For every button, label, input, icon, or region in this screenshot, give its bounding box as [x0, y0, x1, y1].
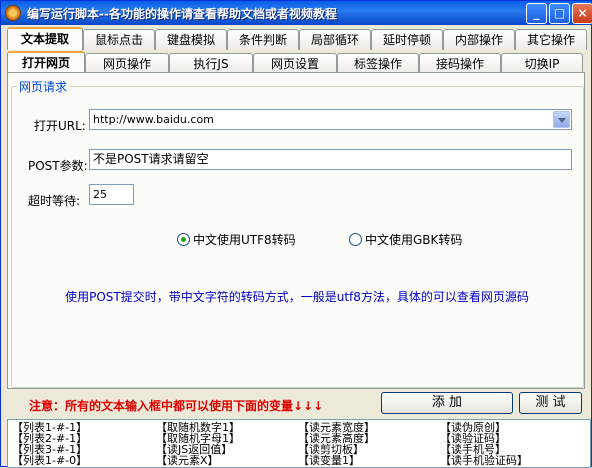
maximize-button[interactable]: □: [549, 3, 570, 24]
tab-other[interactable]: 其它操作: [515, 29, 587, 50]
test-button[interactable]: 测 试: [519, 392, 582, 414]
variable-item[interactable]: 【读手机验证码】: [440, 455, 528, 466]
radio-gbk-circle[interactable]: [349, 233, 362, 246]
post-params-input[interactable]: 不是POST请求请留空: [89, 149, 572, 170]
encoding-hint: 使用POST提交时，带中文字符的转码方式，一般是utf8方法，具体的可以查看网页…: [65, 290, 529, 304]
tab-webpage-ops[interactable]: 网页操作: [85, 53, 169, 74]
tab-condition[interactable]: 条件判断: [227, 29, 299, 50]
variables-column-3: 【读元素宽度】 【读元素高度】 【读剪切板】 【读变量1】: [298, 422, 375, 466]
radio-gbk-label: 中文使用GBK转码: [365, 233, 463, 247]
chevron-down-icon[interactable]: [553, 111, 570, 128]
group-title: 网页请求: [17, 78, 70, 95]
tab-webpage-settings[interactable]: 网页设置: [253, 53, 337, 74]
app-icon: [5, 5, 21, 21]
web-request-group: [11, 86, 584, 388]
main-tab-bar: 文本提取 鼠标点击 键盘模拟 条件判断 局部循环 延时停顿 内部操作 其它操作: [7, 27, 587, 50]
tab-delay[interactable]: 延时停顿: [371, 29, 443, 50]
tab-label-ops[interactable]: 标签操作: [337, 53, 419, 74]
radio-utf8-circle[interactable]: [177, 233, 190, 246]
tab-text-extract[interactable]: 文本提取: [7, 27, 83, 50]
url-combobox[interactable]: http://www.baidu.com: [89, 109, 572, 130]
app-window: 编写运行脚本--各功能的操作请查看帮助文档或者视频教程 _ □ × 文本提取 鼠…: [0, 0, 592, 468]
variables-column-4: 【读伪原创】 【读验证码】 【读手机号】 【读手机验证码】: [440, 422, 528, 466]
timeout-input[interactable]: 25: [89, 184, 134, 205]
post-label: POST参数:: [28, 159, 88, 173]
radio-utf8[interactable]: 中文使用UTF8转码: [177, 231, 296, 248]
sub-tab-bar: 打开网页 网页操作 执行JS 网页设置 标签操作 接码操作 切换IP: [7, 51, 583, 74]
close-button[interactable]: ×: [572, 3, 592, 24]
variables-column-2: 【取随机数字1】 【取随机字母1】 【读JS返回值】 【读元素X】: [156, 422, 240, 466]
radio-utf8-label: 中文使用UTF8转码: [193, 233, 296, 247]
tab-open-webpage[interactable]: 打开网页: [7, 51, 85, 74]
radio-gbk[interactable]: 中文使用GBK转码: [349, 231, 462, 248]
tab-internal[interactable]: 内部操作: [443, 29, 515, 50]
variable-item[interactable]: 【列表1-#-0】: [12, 455, 87, 466]
variable-item[interactable]: 【读元素X】: [156, 455, 240, 466]
variables-notice: 注意：所有的文本输入框中都可以使用下面的变量↓↓↓: [29, 399, 324, 413]
minimize-button[interactable]: _: [526, 3, 547, 24]
url-value: http://www.baidu.com: [93, 113, 214, 126]
tab-mouse-click[interactable]: 鼠标点击: [83, 29, 155, 50]
timeout-label: 超时等待:: [28, 194, 81, 208]
tab-run-js[interactable]: 执行JS: [169, 53, 253, 74]
variables-list[interactable]: 【列表1-#-1】 【列表2-#-1】 【列表3-#-1】 【列表1-#-0】 …: [7, 419, 591, 468]
tab-switch-ip[interactable]: 切换IP: [501, 53, 583, 74]
window-title: 编写运行脚本--各功能的操作请查看帮助文档或者视频教程: [27, 7, 337, 21]
variable-item[interactable]: 【读变量1】: [298, 455, 375, 466]
tab-sms-code[interactable]: 接码操作: [419, 53, 501, 74]
tab-keyboard[interactable]: 键盘模拟: [155, 29, 227, 50]
variables-column-1: 【列表1-#-1】 【列表2-#-1】 【列表3-#-1】 【列表1-#-0】: [12, 422, 87, 466]
url-label: 打开URL:: [34, 119, 86, 133]
add-button[interactable]: 添 加: [381, 392, 513, 414]
tab-loop[interactable]: 局部循环: [299, 29, 371, 50]
title-bar[interactable]: 编写运行脚本--各功能的操作请查看帮助文档或者视频教程 _ □ ×: [1, 1, 592, 25]
